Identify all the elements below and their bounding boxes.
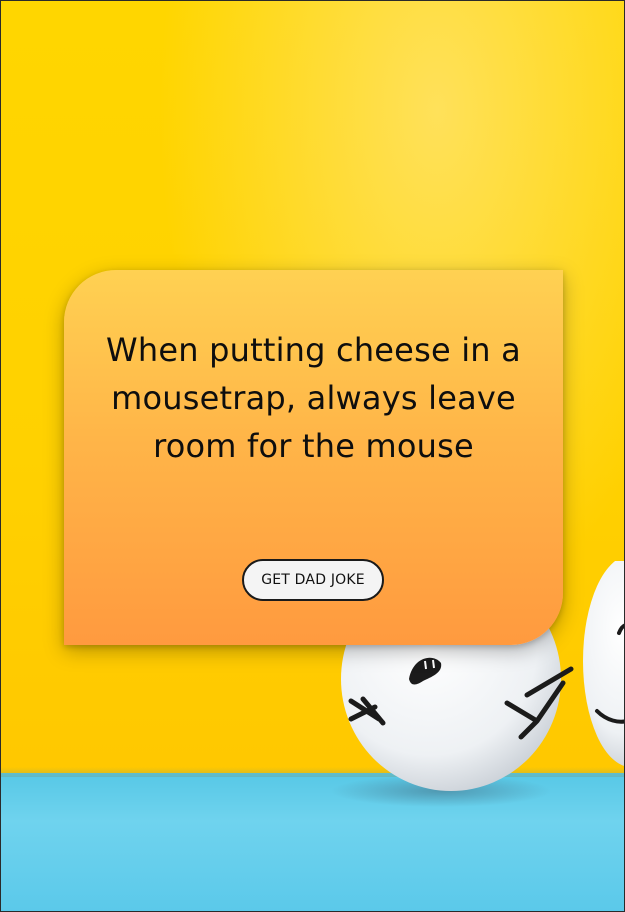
joke-card: When putting cheese in a mousetrap, alwa…: [64, 270, 563, 645]
joke-text: When putting cheese in a mousetrap, alwa…: [106, 331, 521, 465]
right-egg: [583, 561, 624, 766]
page-root: When putting cheese in a mousetrap, alwa…: [0, 0, 625, 912]
get-dad-joke-button[interactable]: GET DAD JOKE: [242, 559, 384, 601]
